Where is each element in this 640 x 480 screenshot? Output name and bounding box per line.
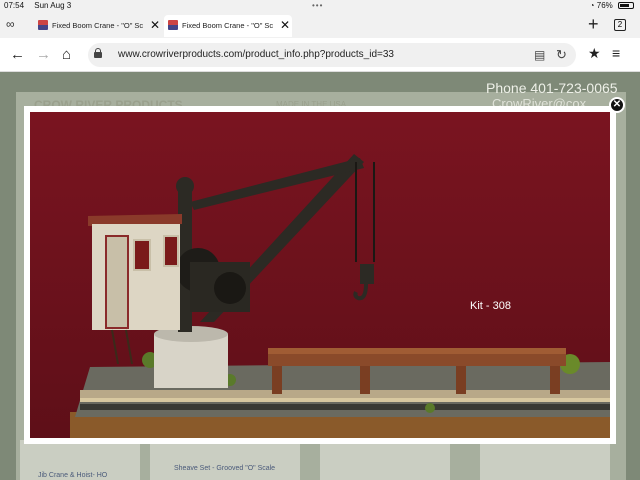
- url-text[interactable]: www.crowriverproducts.com/product_info.p…: [118, 49, 394, 60]
- site-favicon-icon: [168, 20, 178, 30]
- tab-bar: ∞ Fixed Boom Crane - "O" Sc ✕ Fixed Boom…: [0, 12, 640, 38]
- reader-view-icon[interactable]: ▤: [534, 48, 545, 62]
- tab-title: Fixed Boom Crane - "O" Sc: [182, 21, 274, 30]
- status-bar: 07:54 Sun Aug 3 ••• ◔ 76%: [0, 0, 640, 12]
- product-caption[interactable]: Sheave Set - Grooved "O" Scale: [174, 465, 275, 472]
- reload-icon[interactable]: ↻: [556, 47, 567, 63]
- home-icon[interactable]: ⌂: [62, 46, 71, 63]
- tab-1[interactable]: Fixed Boom Crane - "O" Sc ✕: [34, 15, 162, 37]
- site-favicon-icon: [38, 20, 48, 30]
- battery-icon: [618, 2, 634, 10]
- new-tab-button[interactable]: +: [588, 14, 599, 35]
- private-tabs-icon[interactable]: ∞: [6, 17, 15, 31]
- battery-percent: 76%: [596, 1, 613, 10]
- status-time: 07:54: [4, 1, 25, 10]
- tab-2[interactable]: Fixed Boom Crane - "O" Sc ✕: [164, 15, 292, 37]
- toolbar: ← → ⌂ www.crowriverproducts.com/product_…: [0, 38, 640, 72]
- product-thumbnail: [320, 440, 450, 480]
- tab-title: Fixed Boom Crane - "O" Sc: [52, 21, 144, 30]
- product-thumbnail: [150, 440, 300, 480]
- forward-button[interactable]: →: [36, 46, 51, 63]
- status-date: Sun Aug 3: [34, 1, 72, 10]
- back-button[interactable]: ←: [10, 46, 25, 63]
- tab-close-icon[interactable]: ✕: [150, 18, 160, 32]
- phone-text: Phone 401-723-0065: [486, 80, 618, 96]
- photo-caption: Kit - 308: [470, 300, 511, 312]
- address-bar[interactable]: www.crowriverproducts.com/product_info.p…: [88, 43, 576, 67]
- crane-model-image: [30, 112, 610, 438]
- menu-icon[interactable]: ≡: [612, 45, 620, 61]
- lightbox-close-button[interactable]: ✕: [609, 97, 625, 113]
- lightbox: Kit - 308: [24, 106, 616, 444]
- bookmark-star-icon[interactable]: ★: [588, 45, 601, 62]
- product-photo: Kit - 308: [30, 112, 610, 438]
- tab-close-icon[interactable]: ✕: [280, 18, 290, 32]
- product-thumbnail: [480, 440, 610, 480]
- lock-icon: [94, 48, 102, 58]
- tab-count-button[interactable]: 2: [614, 19, 626, 31]
- product-caption[interactable]: Jib Crane & Hoist- HO: [38, 472, 107, 479]
- wifi-icon: ◔: [589, 1, 595, 10]
- multitasking-dots-icon[interactable]: •••: [312, 1, 323, 10]
